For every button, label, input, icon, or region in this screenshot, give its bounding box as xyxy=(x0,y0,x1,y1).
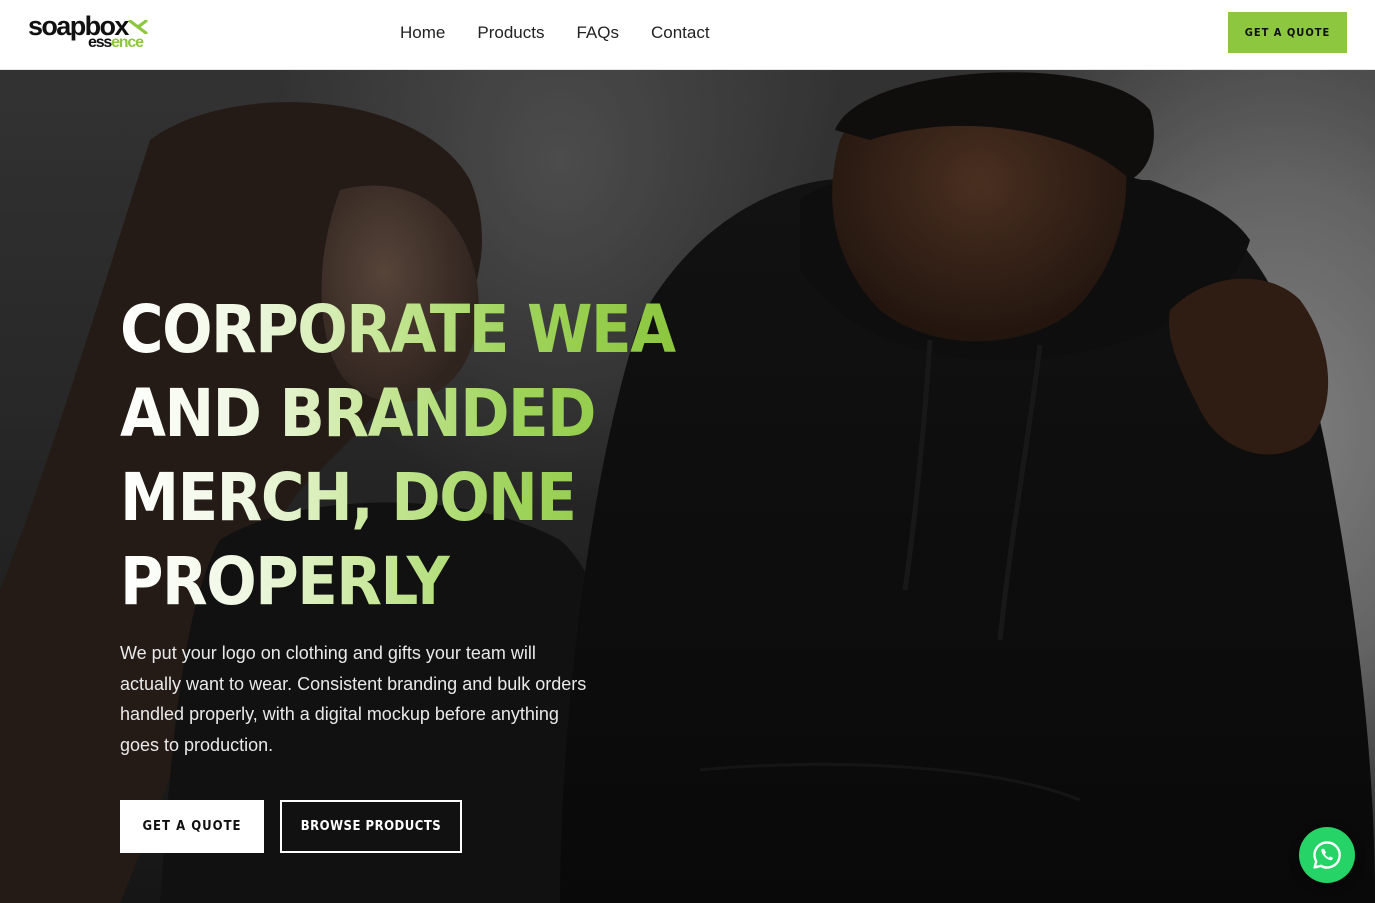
headline-line-1: CORPORATE WEAR xyxy=(120,291,719,368)
nav-home[interactable]: Home xyxy=(400,22,445,44)
hero-subtext: We put your logo on clothing and gifts y… xyxy=(120,643,587,755)
headline-line-4: PROPERLY xyxy=(120,543,449,620)
logo-x-icon xyxy=(128,20,148,34)
hero-get-quote-button[interactable]: GET A QUOTE xyxy=(120,800,264,853)
main-nav: Home Products FAQs Contact xyxy=(400,22,742,44)
logo-wordmark-bottom: essence xyxy=(88,34,144,51)
site-header: soapbox essence Home Products FAQs Conta… xyxy=(0,0,1375,70)
whatsapp-chat-button[interactable] xyxy=(1299,827,1355,883)
headline-line-3: MERCH, DONE xyxy=(120,459,576,536)
brand-logo[interactable]: soapbox essence xyxy=(28,12,153,56)
browse-products-button[interactable]: BROWSE PRODUCTS xyxy=(280,800,462,853)
header-get-quote-button[interactable]: GET A QUOTE xyxy=(1228,12,1347,53)
whatsapp-icon xyxy=(1313,841,1341,869)
headline-line-2: AND BRANDED xyxy=(120,375,595,452)
hero-headline: CORPORATE WEAR AND BRANDED MERCH, DONE P… xyxy=(120,288,680,624)
hero-section: CORPORATE WEAR AND BRANDED MERCH, DONE P… xyxy=(0,70,1375,903)
nav-contact[interactable]: Contact xyxy=(651,22,710,44)
nav-products[interactable]: Products xyxy=(477,22,544,44)
nav-faqs[interactable]: FAQs xyxy=(576,22,619,44)
